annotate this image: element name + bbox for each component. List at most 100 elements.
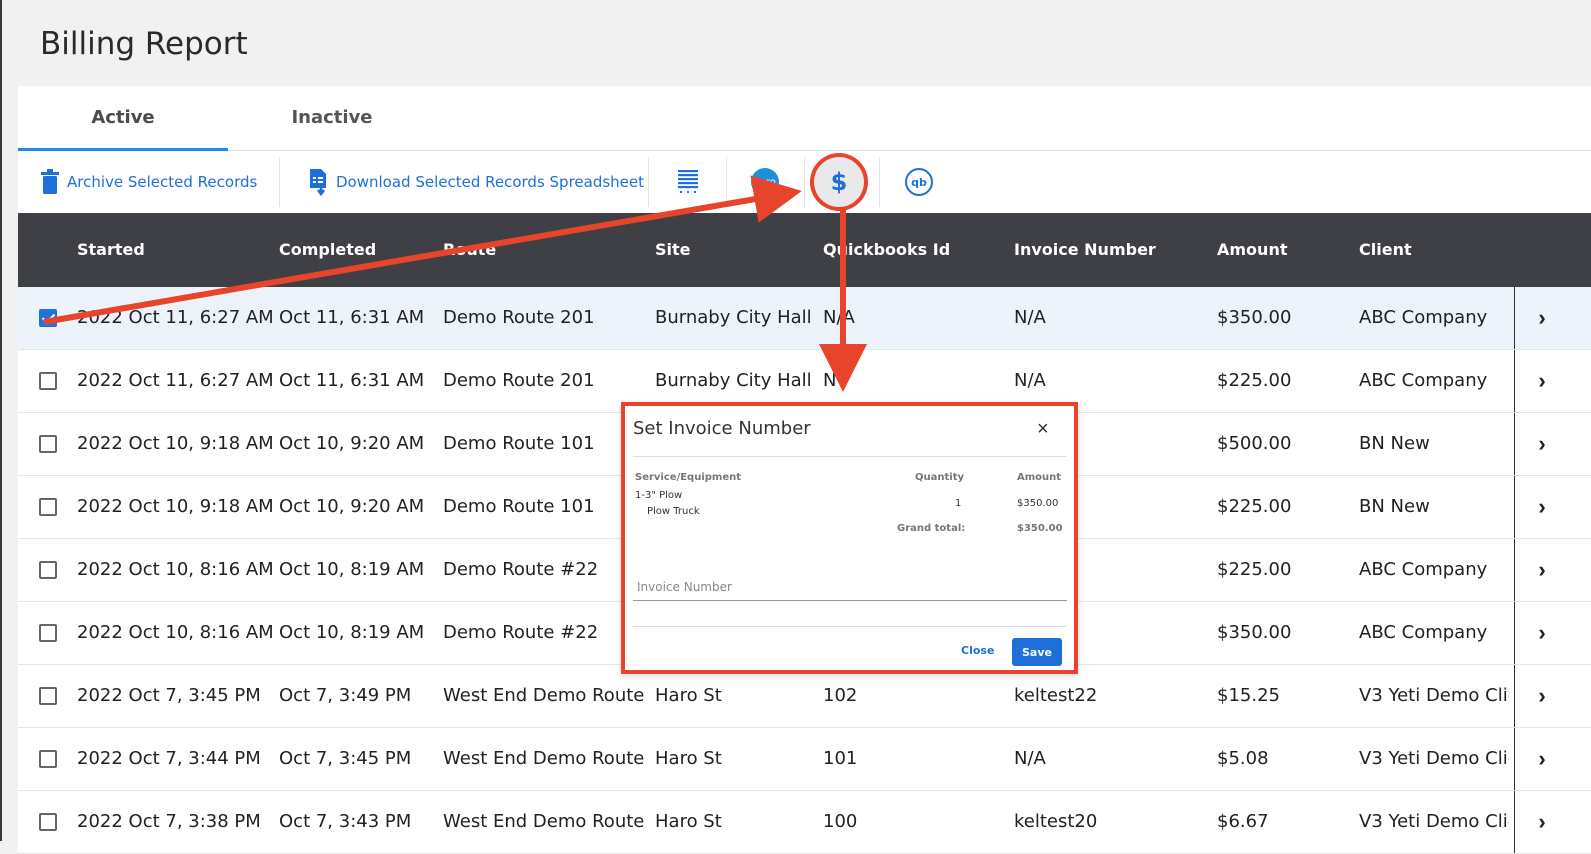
table-row[interactable]: 2022 Oct 7, 3:38 PM Oct 7, 3:43 PM West En… bbox=[18, 791, 1591, 854]
table-row[interactable]: 2022 Oct 7, 3:44 PM Oct 7, 3:45 PM West En… bbox=[18, 728, 1591, 791]
cell-client: V3 Yeti Demo Clien bbox=[1359, 811, 1509, 832]
toolbar: Archive Selected Records Download Select… bbox=[18, 151, 1591, 213]
cell-started: 2022 Oct 7, 3:44 PM bbox=[77, 748, 261, 769]
line-item-amount: $350.00 bbox=[1017, 498, 1059, 509]
cell-started: 2022 Oct 10, 9:18 AM bbox=[77, 433, 272, 454]
cell-client: BN New bbox=[1359, 496, 1430, 517]
cell-completed: Oct 7, 3:43 PM bbox=[279, 811, 412, 832]
row-divider bbox=[1514, 602, 1515, 664]
row-divider bbox=[1514, 539, 1515, 601]
columns-button[interactable] bbox=[678, 151, 698, 213]
row-divider bbox=[1514, 728, 1515, 790]
row-checkbox[interactable] bbox=[39, 435, 57, 453]
row-checkbox[interactable] bbox=[39, 687, 57, 705]
cell-qb-id: 100 bbox=[823, 811, 858, 832]
line-item-quantity: 1 bbox=[955, 498, 962, 509]
column-header-invoice-number[interactable]: Invoice Number bbox=[1014, 213, 1156, 287]
column-header-client[interactable]: Client bbox=[1359, 213, 1412, 287]
row-checkbox[interactable] bbox=[39, 372, 57, 390]
cell-route: Demo Route #22 bbox=[443, 622, 599, 643]
column-header-started[interactable]: Started bbox=[77, 213, 145, 287]
cell-amount: $5.08 bbox=[1217, 748, 1269, 769]
row-divider bbox=[1514, 665, 1515, 727]
cell-invoice: N/A bbox=[1014, 307, 1046, 328]
grand-total-value: $350.00 bbox=[1017, 523, 1063, 534]
table-header: Started Completed Route Site Quickbooks … bbox=[18, 213, 1591, 287]
row-checkbox[interactable] bbox=[39, 750, 57, 768]
cell-client: ABC Company bbox=[1359, 307, 1488, 328]
grand-total-label: Grand total: bbox=[897, 523, 966, 534]
cell-amount: $6.67 bbox=[1217, 811, 1269, 832]
tab-active[interactable]: Active bbox=[18, 86, 228, 151]
trash-icon bbox=[40, 169, 60, 195]
invoice-number-input[interactable] bbox=[633, 574, 1067, 601]
column-header-completed[interactable]: Completed bbox=[279, 213, 376, 287]
cell-site: Burnaby City Hall bbox=[655, 307, 812, 328]
tab-inactive[interactable]: Inactive bbox=[227, 86, 437, 148]
toolbar-divider bbox=[804, 157, 805, 207]
table-row[interactable]: 2022 Oct 7, 3:45 PM Oct 7, 3:49 PM West En… bbox=[18, 665, 1591, 728]
set-invoice-dialog: Set Invoice Number × Service/Equipment Q… bbox=[621, 402, 1078, 674]
dialog-title: Set Invoice Number bbox=[633, 418, 811, 439]
close-button[interactable]: Close bbox=[961, 644, 994, 657]
line-item-name: 1-3" Plow bbox=[635, 490, 683, 501]
columns-icon bbox=[678, 169, 698, 195]
row-checkbox[interactable] bbox=[39, 624, 57, 642]
column-header-amount[interactable]: Amount bbox=[1217, 213, 1287, 287]
xero-text: xero bbox=[754, 176, 776, 188]
row-checkbox[interactable] bbox=[39, 813, 57, 831]
cell-started: 2022 Oct 7, 3:38 PM bbox=[77, 811, 261, 832]
chevron-right-icon[interactable]: › bbox=[1530, 413, 1554, 475]
xero-button[interactable]: xero bbox=[751, 151, 779, 213]
cell-client: V3 Yeti Demo Clien bbox=[1359, 748, 1509, 769]
chevron-right-icon[interactable]: › bbox=[1530, 476, 1554, 538]
cell-site: Haro St bbox=[655, 748, 722, 769]
chevron-right-icon[interactable]: › bbox=[1530, 287, 1554, 349]
cell-client: ABC Company bbox=[1359, 370, 1488, 391]
save-button[interactable]: Save bbox=[1012, 638, 1062, 666]
close-icon[interactable]: × bbox=[1037, 418, 1049, 441]
chevron-right-icon[interactable]: › bbox=[1530, 350, 1554, 412]
cell-route: West End Demo Route bbox=[443, 685, 645, 706]
chevron-right-icon[interactable]: › bbox=[1530, 728, 1554, 790]
cell-qb-id: 101 bbox=[823, 748, 858, 769]
col-amount: Amount bbox=[1017, 472, 1062, 483]
table-row[interactable]: 2022 Oct 11, 6:27 AM Oct 11, 6:31 AM Demo … bbox=[18, 287, 1591, 350]
cell-completed: Oct 10, 8:19 AM bbox=[279, 622, 425, 643]
row-checkbox[interactable] bbox=[39, 498, 57, 516]
cell-started: 2022 Oct 10, 8:16 AM bbox=[77, 559, 272, 580]
toolbar-divider bbox=[726, 157, 727, 207]
chevron-right-icon[interactable]: › bbox=[1530, 791, 1554, 853]
chevron-right-icon[interactable]: › bbox=[1530, 665, 1554, 727]
archive-selected-button[interactable]: Archive Selected Records bbox=[40, 151, 257, 213]
quickbooks-button[interactable]: qb bbox=[905, 151, 933, 213]
column-header-site[interactable]: Site bbox=[655, 213, 691, 287]
row-checkbox[interactable] bbox=[39, 309, 57, 327]
cell-site: Haro St bbox=[655, 811, 722, 832]
cell-completed: Oct 11, 6:31 AM bbox=[279, 307, 425, 328]
cell-amount: $350.00 bbox=[1217, 307, 1292, 328]
dialog-divider bbox=[633, 456, 1066, 457]
col-quantity: Quantity bbox=[915, 472, 964, 483]
row-divider bbox=[1514, 476, 1515, 538]
cell-client: V3 Yeti Demo Clien bbox=[1359, 685, 1509, 706]
cell-completed: Oct 10, 8:19 AM bbox=[279, 559, 425, 580]
cell-qb-id: N/A bbox=[823, 307, 855, 328]
cell-completed: Oct 7, 3:49 PM bbox=[279, 685, 412, 706]
chevron-right-icon[interactable]: › bbox=[1530, 539, 1554, 601]
download-spreadsheet-button[interactable]: Download Selected Records Spreadsheet bbox=[308, 151, 644, 213]
cell-amount: $225.00 bbox=[1217, 559, 1292, 580]
row-checkbox[interactable] bbox=[39, 561, 57, 579]
chevron-right-icon[interactable]: › bbox=[1530, 602, 1554, 664]
column-header-quickbooks-id[interactable]: Quickbooks Id bbox=[823, 213, 950, 287]
cell-route: Demo Route 101 bbox=[443, 496, 595, 517]
set-invoice-button[interactable]: $ bbox=[814, 151, 864, 213]
line-item-sub: Plow Truck bbox=[647, 506, 700, 517]
cell-invoice: N/A bbox=[1014, 748, 1046, 769]
archive-selected-label: Archive Selected Records bbox=[67, 173, 258, 191]
cell-started: 2022 Oct 10, 9:18 AM bbox=[77, 496, 272, 517]
cell-client: ABC Company bbox=[1359, 622, 1488, 643]
column-header-route[interactable]: Route bbox=[443, 213, 496, 287]
toolbar-divider bbox=[648, 157, 649, 207]
row-divider bbox=[1514, 350, 1515, 412]
